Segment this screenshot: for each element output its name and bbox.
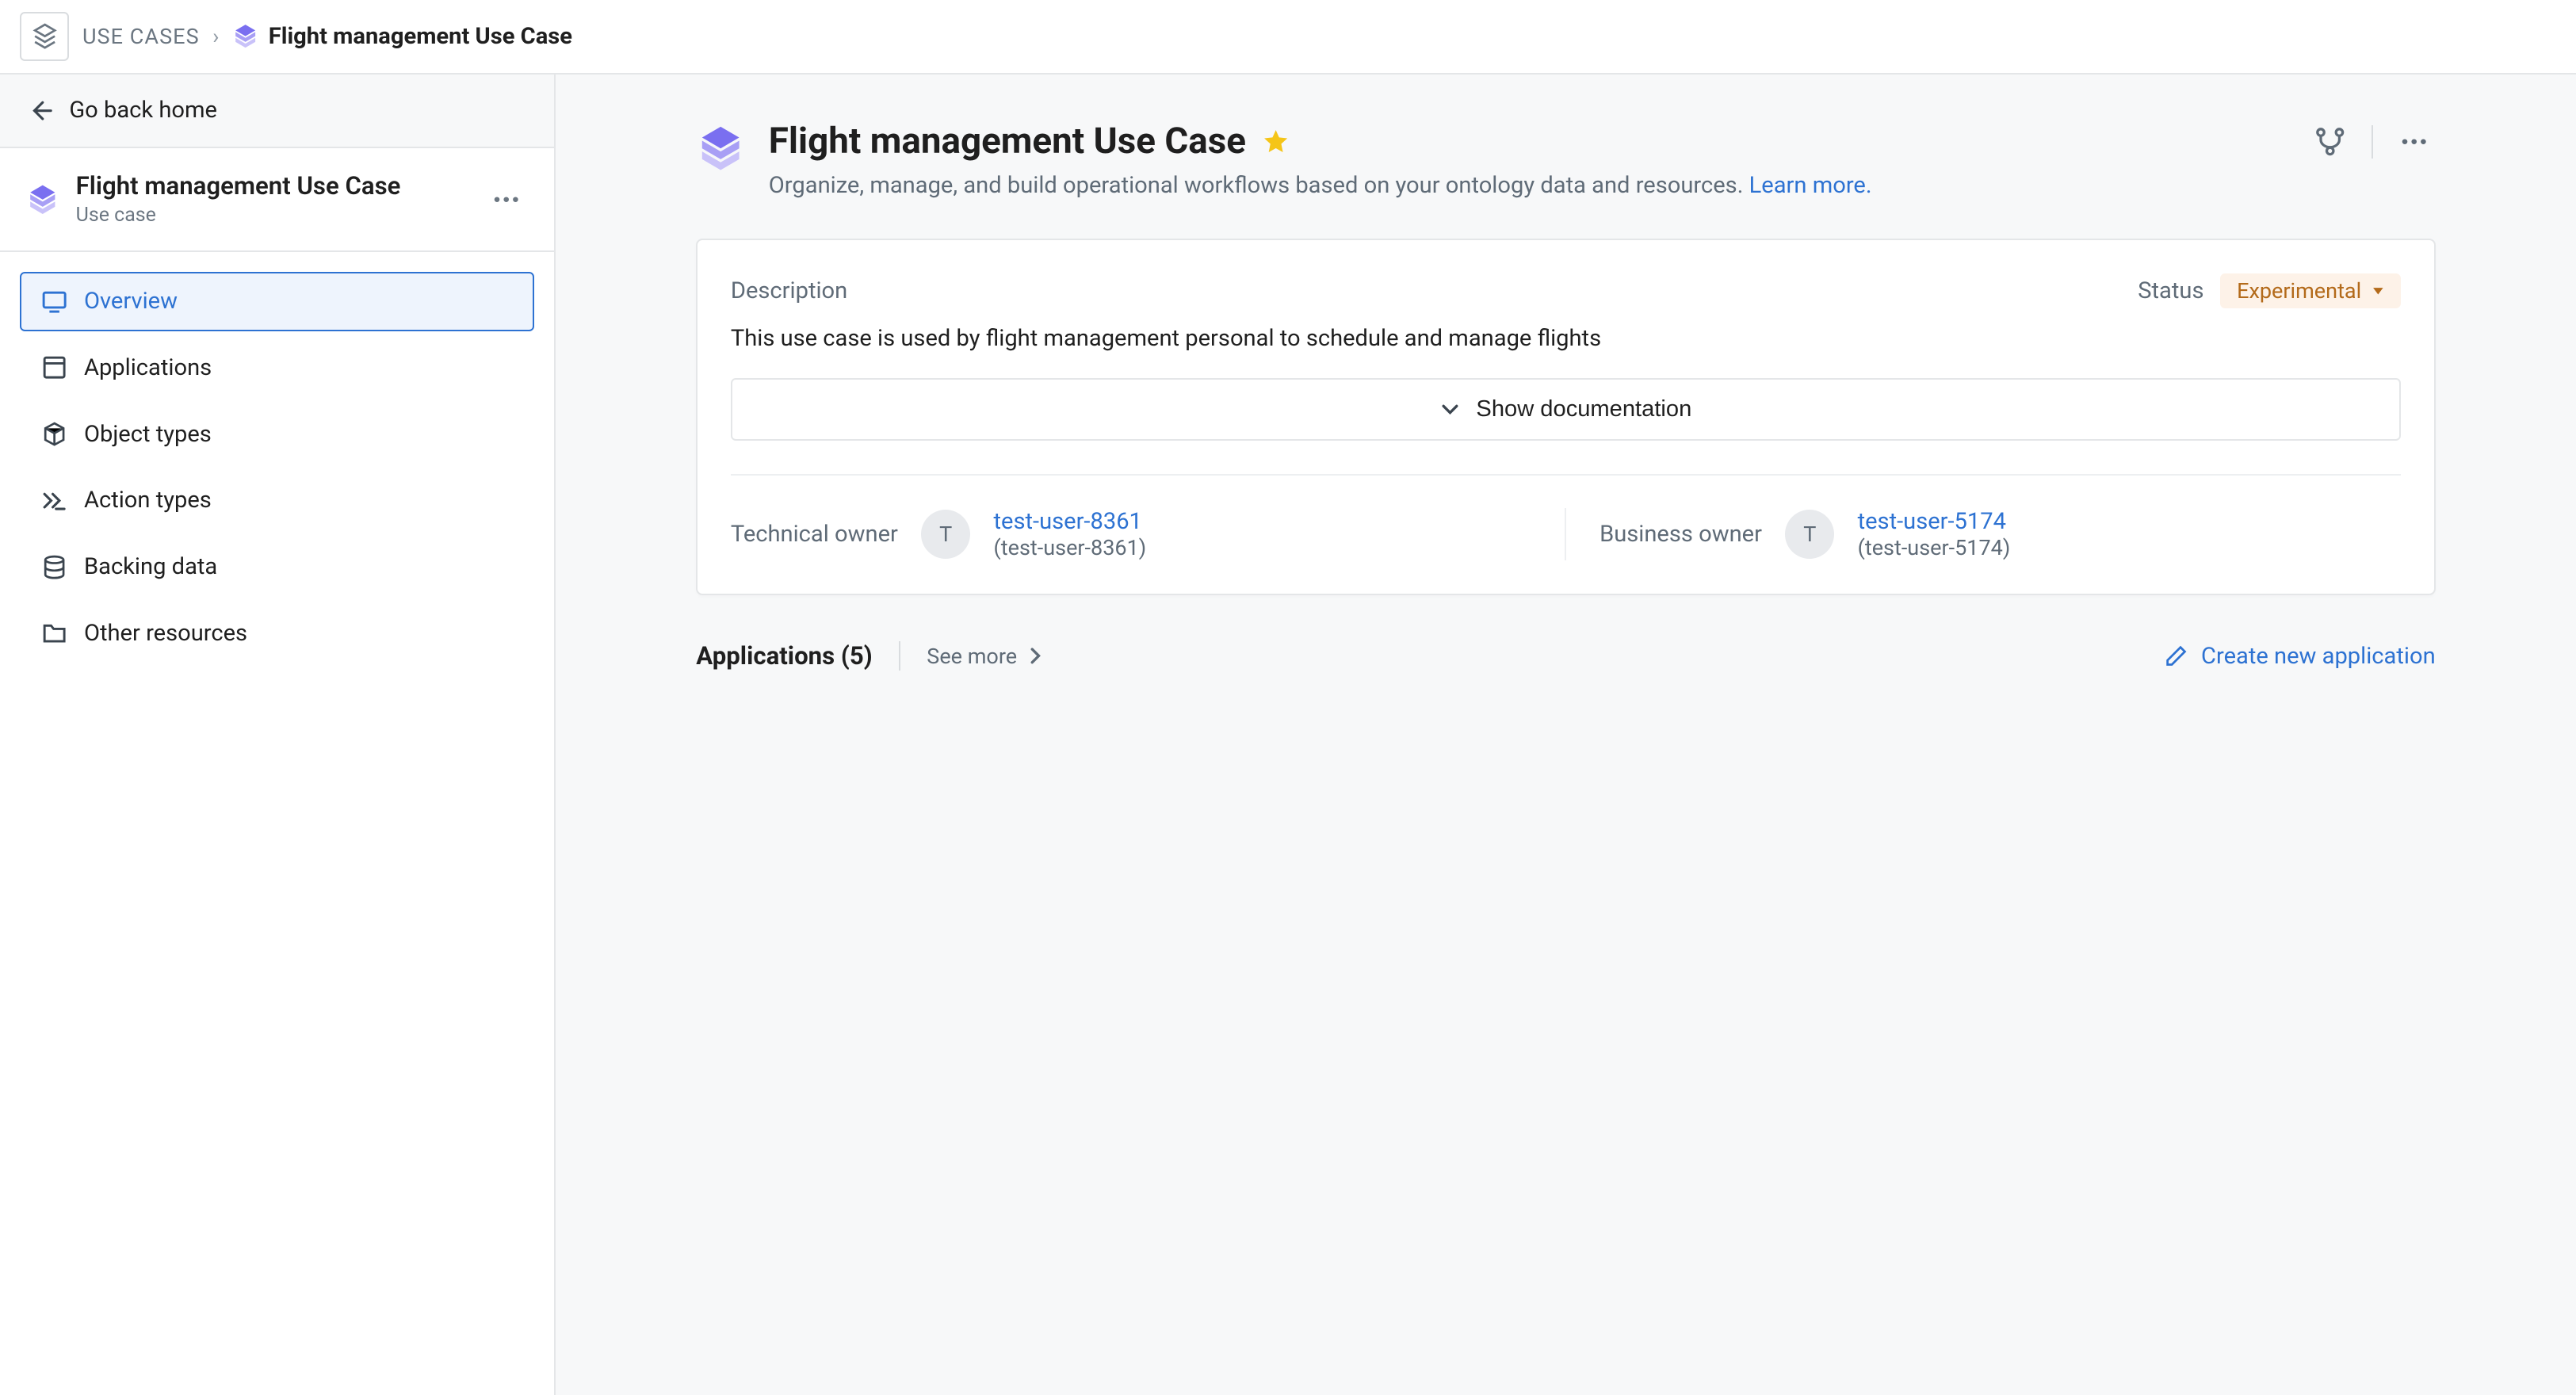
branch-button[interactable] xyxy=(2309,120,2352,163)
caret-down-icon xyxy=(2372,285,2385,298)
sidebar-item-object-types[interactable]: Object types xyxy=(20,404,534,464)
go-back-label: Go back home xyxy=(69,97,217,124)
technical-owner-label: Technical owner xyxy=(731,521,898,548)
usecase-icon xyxy=(232,23,258,49)
page-header: Flight management Use Case Organize, man… xyxy=(696,120,2435,199)
business-owner: Business owner T test-user-5174 (test-us… xyxy=(1566,508,2401,560)
sidebar-header: Flight management Use Case Use case xyxy=(0,148,554,251)
divider xyxy=(2372,125,2373,159)
page-title-text: Flight management Use Case xyxy=(769,120,1246,162)
sidebar-item-label: Object types xyxy=(84,421,212,448)
business-owner-sub: (test-user-5174) xyxy=(1858,535,2011,560)
status-label: Status xyxy=(2138,277,2203,304)
main-content: Flight management Use Case Organize, man… xyxy=(556,75,2576,1395)
sidebar-nav: Overview Applications Object types Actio… xyxy=(0,252,554,683)
business-owner-label: Business owner xyxy=(1599,521,1762,548)
header-actions xyxy=(2309,120,2436,163)
page-subtitle: Organize, manage, and build operational … xyxy=(769,172,1872,199)
technical-owner: Technical owner T test-user-8361 (test-u… xyxy=(731,508,1567,560)
applications-section-header: Applications (5) See more Create new app… xyxy=(696,641,2435,671)
sidebar-item-other-resources[interactable]: Other resources xyxy=(20,603,534,663)
divider xyxy=(899,641,900,671)
sidebar-item-backing-data[interactable]: Backing data xyxy=(20,537,534,597)
application-icon xyxy=(41,354,67,380)
database-icon xyxy=(41,554,67,580)
description-card: Description Status Experimental This use… xyxy=(696,239,2435,595)
sidebar-item-label: Action types xyxy=(84,487,212,514)
technical-owner-sub: (test-user-8361) xyxy=(994,535,1147,560)
usecase-icon xyxy=(26,183,59,216)
technical-owner-name[interactable]: test-user-8361 xyxy=(994,508,1147,535)
see-more-button[interactable]: See more xyxy=(927,644,1043,669)
chevron-down-icon xyxy=(1440,399,1460,419)
sidebar-subtitle: Use case xyxy=(76,204,401,227)
more-button[interactable] xyxy=(2393,120,2436,163)
edit-icon xyxy=(2165,644,2188,667)
sidebar-item-action-types[interactable]: Action types xyxy=(20,471,534,530)
breadcrumb: USE CASES › Flight management Use Case xyxy=(0,0,2576,75)
sidebar-item-overview[interactable]: Overview xyxy=(20,272,534,331)
breadcrumb-current-label: Flight management Use Case xyxy=(269,23,572,50)
go-back-button[interactable]: Go back home xyxy=(0,75,554,149)
description-label: Description xyxy=(731,277,847,304)
applications-title: Applications (5) xyxy=(696,641,872,671)
chevron-right-icon: › xyxy=(212,24,219,49)
page-subtitle-text: Organize, manage, and build operational … xyxy=(769,172,1749,199)
avatar: T xyxy=(1785,510,1834,559)
show-documentation-button[interactable]: Show documentation xyxy=(731,378,2401,441)
owners-row: Technical owner T test-user-8361 (test-u… xyxy=(731,474,2401,561)
create-app-label: Create new application xyxy=(2201,643,2436,670)
usecase-icon xyxy=(696,124,745,173)
monitor-icon xyxy=(41,289,67,315)
star-icon[interactable] xyxy=(1263,128,1289,155)
sidebar: Go back home Flight management Use Case … xyxy=(0,75,556,1395)
status-badge[interactable]: Experimental xyxy=(2220,273,2401,308)
create-application-button[interactable]: Create new application xyxy=(2165,643,2435,670)
sidebar-item-applications[interactable]: Applications xyxy=(20,338,534,397)
sidebar-item-label: Other resources xyxy=(84,620,247,647)
chevron-right-icon xyxy=(1027,648,1044,664)
sidebar-item-label: Applications xyxy=(84,354,212,381)
sidebar-item-label: Overview xyxy=(84,288,178,315)
breadcrumb-root[interactable]: USE CASES xyxy=(82,24,200,49)
description-text: This use case is used by flight manageme… xyxy=(731,325,2401,352)
business-owner-name[interactable]: test-user-5174 xyxy=(1858,508,2011,535)
status-value: Experimental xyxy=(2237,278,2361,304)
layers-icon[interactable] xyxy=(20,12,69,61)
breadcrumb-current: Flight management Use Case xyxy=(232,23,572,50)
see-more-label: See more xyxy=(927,644,1017,669)
sidebar-item-label: Backing data xyxy=(84,553,217,580)
more-button[interactable] xyxy=(485,178,528,220)
folder-icon xyxy=(41,620,67,646)
action-icon xyxy=(41,487,67,514)
cube-icon xyxy=(41,421,67,447)
avatar: T xyxy=(921,510,970,559)
learn-more-link[interactable]: Learn more. xyxy=(1749,172,1872,199)
arrow-left-icon xyxy=(26,97,52,124)
page-title: Flight management Use Case xyxy=(769,120,1872,162)
sidebar-title: Flight management Use Case xyxy=(76,171,401,201)
show-doc-label: Show documentation xyxy=(1476,396,1691,422)
